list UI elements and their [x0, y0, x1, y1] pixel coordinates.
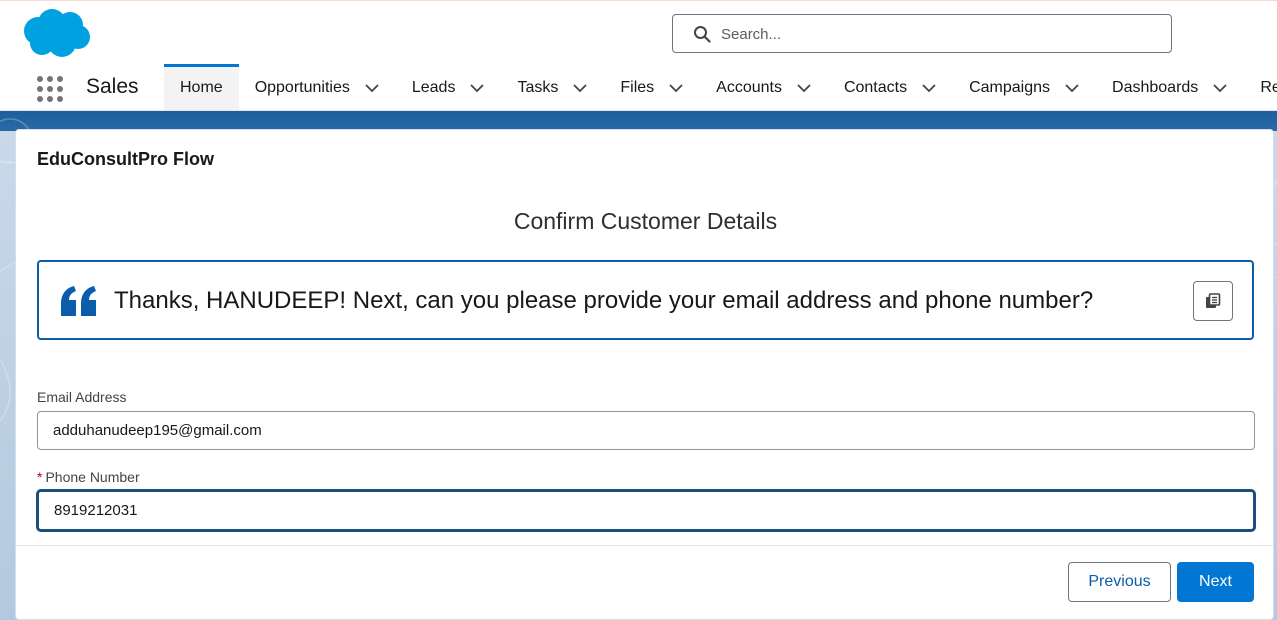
phone-label: Phone Number — [45, 469, 140, 485]
required-marker: * — [37, 469, 43, 485]
nav-tab-label: Leads — [411, 78, 456, 96]
nav-tabs: Home Opportunities Leads Tasks Files Acc… — [164, 64, 1277, 110]
nav-tab-label: Contacts — [843, 78, 908, 96]
quote-icon — [61, 286, 96, 316]
chevron-down-icon[interactable] — [469, 80, 485, 96]
copy-icon — [1206, 293, 1221, 308]
email-field[interactable] — [37, 411, 1255, 450]
flow-title: EduConsultPro Flow — [37, 149, 214, 169]
chevron-down-icon[interactable] — [1064, 80, 1080, 96]
message-box: Thanks, HANUDEEP! Next, can you please p… — [37, 260, 1254, 340]
app-nav-bar: Sales Home Opportunities Leads Tasks Fil… — [0, 64, 1277, 111]
phone-label-row: * Phone Number — [37, 469, 140, 485]
nav-tab-label: Files — [620, 78, 655, 96]
nav-tab-label: Home — [180, 78, 223, 96]
nav-tab-campaigns[interactable]: Campaigns — [953, 64, 1096, 110]
previous-button[interactable]: Previous — [1068, 562, 1171, 602]
chevron-down-icon[interactable] — [796, 80, 812, 96]
nav-tab-dashboards[interactable]: Dashboards — [1096, 64, 1244, 110]
chevron-down-icon[interactable] — [572, 80, 588, 96]
chevron-down-icon[interactable] — [921, 80, 937, 96]
nav-tab-reports[interactable]: Rep — [1244, 64, 1277, 110]
nav-tab-contacts[interactable]: Contacts — [828, 64, 953, 110]
salesforce-logo-icon[interactable] — [18, 7, 94, 59]
global-header — [0, 1, 1277, 64]
app-name: Sales — [86, 75, 139, 98]
app-launcher-icon[interactable] — [36, 75, 64, 103]
nav-tab-leads[interactable]: Leads — [396, 64, 502, 110]
nav-tab-files[interactable]: Files — [604, 64, 700, 110]
message-text: Thanks, HANUDEEP! Next, can you please p… — [114, 287, 1094, 314]
nav-tab-label: Accounts — [716, 78, 782, 96]
nav-tab-accounts[interactable]: Accounts — [700, 64, 828, 110]
search-input[interactable] — [721, 21, 1151, 47]
nav-tab-label: Opportunities — [254, 78, 350, 96]
nav-tab-label: Campaigns — [969, 78, 1051, 96]
copy-button[interactable] — [1193, 281, 1233, 321]
nav-tab-label: Dashboards — [1112, 78, 1199, 96]
flow-card: EduConsultPro Flow Confirm Customer Deta… — [15, 129, 1274, 620]
phone-field[interactable] — [37, 490, 1255, 531]
nav-tab-opportunities[interactable]: Opportunities — [239, 64, 396, 110]
chevron-down-icon[interactable] — [364, 80, 380, 96]
email-label: Email Address — [37, 389, 127, 405]
footer-divider — [16, 545, 1273, 546]
chevron-down-icon[interactable] — [668, 80, 684, 96]
chevron-down-icon[interactable] — [1212, 80, 1228, 96]
nav-tab-home[interactable]: Home — [164, 64, 239, 110]
next-button[interactable]: Next — [1177, 562, 1254, 602]
global-search-box[interactable] — [672, 14, 1172, 53]
nav-tab-label: Rep — [1260, 78, 1277, 96]
nav-tab-label: Tasks — [517, 78, 559, 96]
screen-title: Confirm Customer Details — [513, 208, 778, 234]
search-icon — [694, 26, 711, 43]
nav-tab-tasks[interactable]: Tasks — [501, 64, 604, 110]
